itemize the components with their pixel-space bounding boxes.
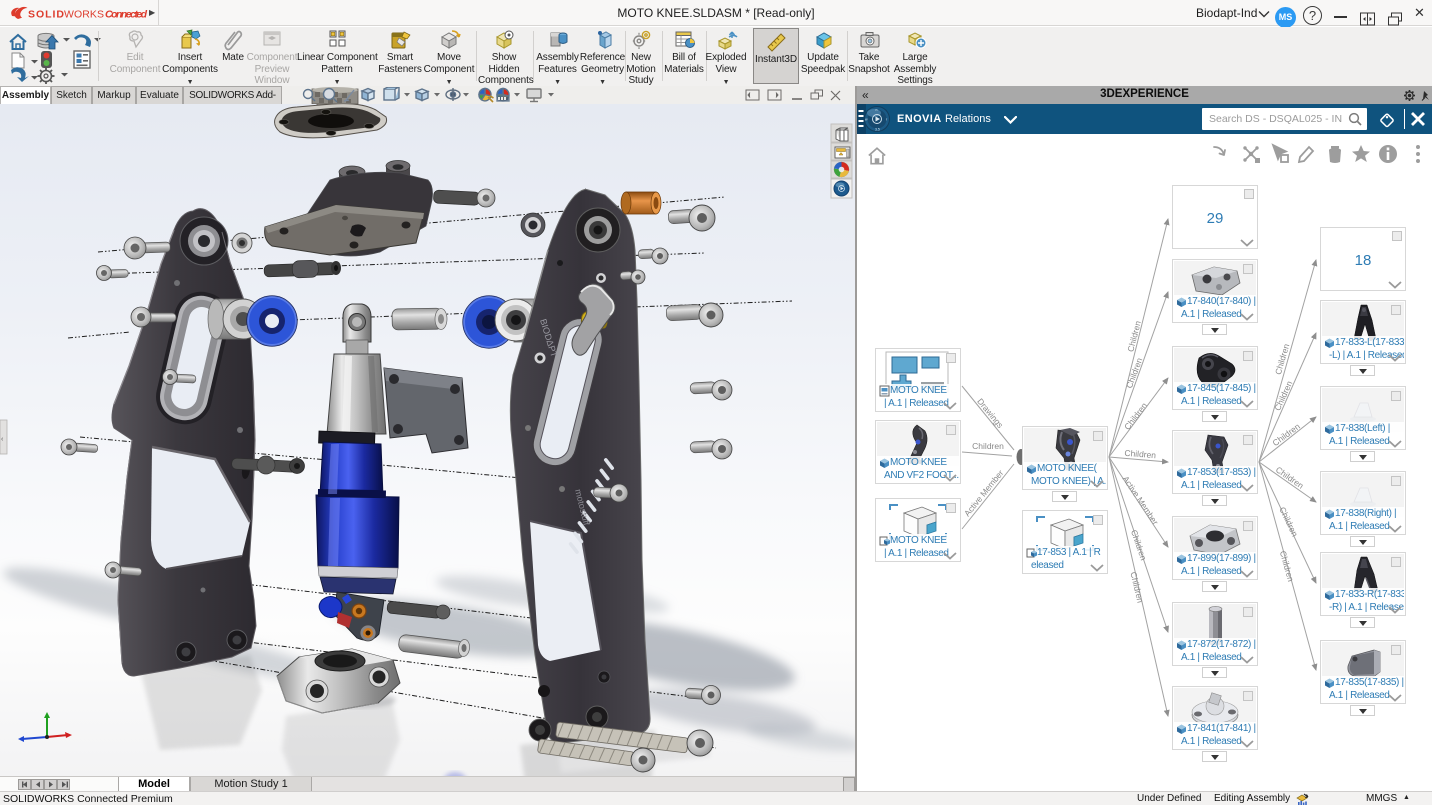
svg-text:Children: Children — [1122, 400, 1149, 431]
svg-text:Children: Children — [1278, 550, 1296, 583]
svg-text:Children: Children — [972, 441, 1004, 451]
svg-text:Children: Children — [1124, 356, 1144, 389]
svg-text:Children: Children — [1277, 505, 1300, 538]
svg-text:Children: Children — [1273, 342, 1292, 375]
svg-text:Drawings: Drawings — [975, 396, 1005, 430]
svg-text:Active Member: Active Member — [962, 468, 1006, 518]
svg-text:Children: Children — [1274, 464, 1306, 490]
svg-text:3.5: 3.5 — [875, 128, 880, 132]
svg-text:Active Member: Active Member — [1121, 474, 1161, 527]
svg-text:Children: Children — [1128, 571, 1145, 604]
svg-text:Children: Children — [1125, 319, 1143, 352]
svg-text:n: n — [876, 108, 878, 112]
svg-text:Children: Children — [1272, 379, 1294, 412]
